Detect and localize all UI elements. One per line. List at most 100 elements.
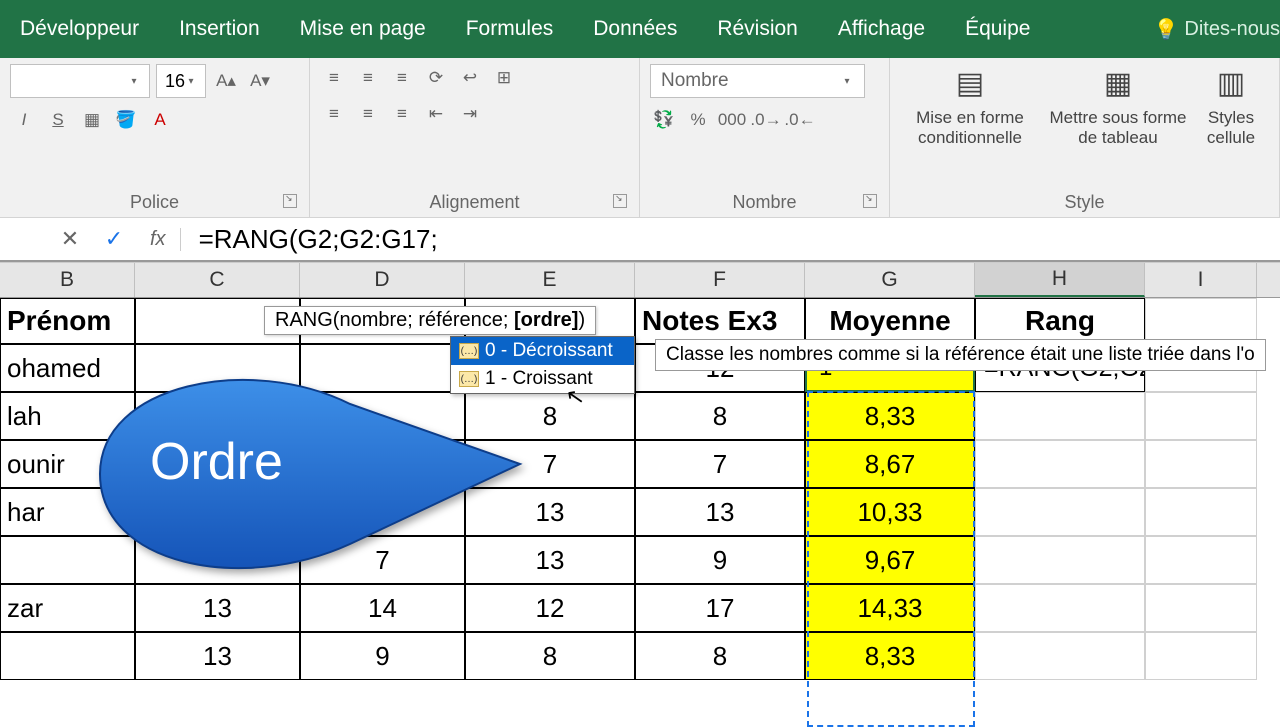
- header-rang[interactable]: Rang: [975, 298, 1145, 344]
- font-size-value: 16: [165, 71, 185, 92]
- header-i[interactable]: [1145, 298, 1257, 344]
- cell-row8-G[interactable]: 8,33: [805, 632, 975, 680]
- cell-row3-F[interactable]: 8: [635, 392, 805, 440]
- italic-button[interactable]: I: [10, 106, 38, 134]
- align-right-icon[interactable]: ≡: [388, 100, 416, 128]
- group-alignement: ≡ ≡ ≡ ⟳ ↩ ⊞ ≡ ≡ ≡ ⇤ ⇥ Alignement: [310, 58, 640, 217]
- tab-developpeur[interactable]: Développeur: [20, 17, 139, 41]
- align-middle-icon[interactable]: ≡: [354, 64, 382, 92]
- increase-indent-icon[interactable]: ⇥: [456, 100, 484, 128]
- underline-button[interactable]: S: [44, 106, 72, 134]
- tab-revision[interactable]: Révision: [717, 17, 798, 41]
- increase-decimal-icon[interactable]: .0→: [752, 106, 780, 134]
- formula-bar: ✕ ✓ fx =RANG(G2;G2:G17;: [0, 218, 1280, 262]
- cell-row3-H[interactable]: [975, 392, 1145, 440]
- cell-row5-I[interactable]: [1145, 488, 1257, 536]
- borders-button[interactable]: ▦: [78, 106, 106, 134]
- thousands-icon[interactable]: 000: [718, 106, 746, 134]
- group-police: ▾ 16▾ A▴ A▾ I S ▦ 🪣 A Police: [0, 58, 310, 217]
- orientation-icon[interactable]: ⟳: [422, 64, 450, 92]
- tell-me-box[interactable]: 💡 Dites-nous: [1153, 17, 1280, 42]
- cell-row5-H[interactable]: [975, 488, 1145, 536]
- tab-insertion[interactable]: Insertion: [179, 17, 260, 41]
- align-bottom-icon[interactable]: ≡: [388, 64, 416, 92]
- number-format-value: Nombre: [661, 70, 729, 92]
- cancel-formula-button[interactable]: ✕: [48, 226, 92, 252]
- header-moyenne[interactable]: Moyenne: [805, 298, 975, 344]
- col-header-C[interactable]: C: [135, 263, 300, 297]
- cell-row5-F[interactable]: 13: [635, 488, 805, 536]
- table-format-icon: ▦: [1098, 64, 1138, 104]
- cell-row8-E[interactable]: 8: [465, 632, 635, 680]
- col-header-E[interactable]: E: [465, 263, 635, 297]
- dialog-launcher-icon[interactable]: [283, 194, 297, 208]
- cell-row4-I[interactable]: [1145, 440, 1257, 488]
- header-prenom[interactable]: Prénom: [0, 298, 135, 344]
- merge-cells-icon[interactable]: ⊞: [490, 64, 518, 92]
- col-header-H[interactable]: H: [975, 263, 1145, 297]
- percent-icon[interactable]: %: [684, 106, 712, 134]
- dialog-launcher-icon[interactable]: [863, 194, 877, 208]
- cell-row4-H[interactable]: [975, 440, 1145, 488]
- font-size-combo[interactable]: 16▾: [156, 64, 206, 98]
- cell-row5-G[interactable]: 10,33: [805, 488, 975, 536]
- cell-row7-I[interactable]: [1145, 584, 1257, 632]
- decrease-indent-icon[interactable]: ⇤: [422, 100, 450, 128]
- conditional-formatting-button[interactable]: ▤ Mise en forme conditionnelle: [900, 64, 1040, 149]
- cell-row7-H[interactable]: [975, 584, 1145, 632]
- cell-row8-D[interactable]: 9: [300, 632, 465, 680]
- cell-row6-F[interactable]: 9: [635, 536, 805, 584]
- header-notes-ex3[interactable]: Notes Ex3: [635, 298, 805, 344]
- cell-row8-I[interactable]: [1145, 632, 1257, 680]
- wrap-text-icon[interactable]: ↩: [456, 64, 484, 92]
- number-format-combo[interactable]: Nombre ▾: [650, 64, 865, 98]
- tab-equipe[interactable]: Équipe: [965, 17, 1030, 41]
- col-header-I[interactable]: I: [1145, 263, 1257, 297]
- font-name-combo[interactable]: ▾: [10, 64, 150, 98]
- col-header-G[interactable]: G: [805, 263, 975, 297]
- cell-row8-H[interactable]: [975, 632, 1145, 680]
- col-header-B[interactable]: B: [0, 263, 135, 297]
- fill-color-button[interactable]: 🪣: [112, 106, 140, 134]
- tab-donnees[interactable]: Données: [593, 17, 677, 41]
- accept-formula-button[interactable]: ✓: [92, 226, 136, 252]
- cell-row7-G[interactable]: 14,33: [805, 584, 975, 632]
- cell-row6-I[interactable]: [1145, 536, 1257, 584]
- fx-icon[interactable]: fx: [136, 228, 181, 251]
- cell-row4-G[interactable]: 8,67: [805, 440, 975, 488]
- decrease-decimal-icon[interactable]: .0←: [786, 106, 814, 134]
- cell-styles-button[interactable]: ▥ Styles cellule: [1196, 64, 1266, 149]
- cell-row8-F[interactable]: 8: [635, 632, 805, 680]
- decrease-font-icon[interactable]: A▾: [246, 67, 274, 95]
- cell-row3-G[interactable]: 8,33: [805, 392, 975, 440]
- group-label-style: Style: [900, 186, 1269, 213]
- column-headers: B C D E F G H I: [0, 262, 1280, 298]
- cell-row4-F[interactable]: 7: [635, 440, 805, 488]
- cell-row7-F[interactable]: 17: [635, 584, 805, 632]
- sig-prefix: RANG(nombre; référence;: [275, 309, 514, 331]
- tab-mise-en-page[interactable]: Mise en page: [300, 17, 426, 41]
- worksheet[interactable]: Prénom Notes Ex1 Notes Ex3 Moyenne Rang …: [0, 298, 1280, 680]
- cell-row6-G[interactable]: 9,67: [805, 536, 975, 584]
- cell-row3-I[interactable]: [1145, 392, 1257, 440]
- col-header-F[interactable]: F: [635, 263, 805, 297]
- format-as-table-button[interactable]: ▦ Mettre sous forme de tableau: [1048, 64, 1188, 149]
- function-signature-tooltip: RANG(nombre; référence; [ordre]): [264, 306, 596, 335]
- currency-icon[interactable]: 💱: [650, 106, 678, 134]
- align-center-icon[interactable]: ≡: [354, 100, 382, 128]
- sig-current-arg: [ordre]: [514, 309, 578, 331]
- align-left-icon[interactable]: ≡: [320, 100, 348, 128]
- tab-formules[interactable]: Formules: [466, 17, 554, 41]
- col-header-D[interactable]: D: [300, 263, 465, 297]
- formula-input[interactable]: =RANG(G2;G2:G17;: [181, 224, 1280, 255]
- align-top-icon[interactable]: ≡: [320, 64, 348, 92]
- tab-affichage[interactable]: Affichage: [838, 17, 925, 41]
- lightbulb-icon: 💡: [1153, 17, 1178, 42]
- font-color-button[interactable]: A: [146, 106, 174, 134]
- cell-row8-B[interactable]: [0, 632, 135, 680]
- increase-font-icon[interactable]: A▴: [212, 67, 240, 95]
- ribbon-body: ▾ 16▾ A▴ A▾ I S ▦ 🪣 A Police ≡ ≡ ≡ ⟳ ↩: [0, 58, 1280, 218]
- dialog-launcher-icon[interactable]: [613, 194, 627, 208]
- cell-row6-H[interactable]: [975, 536, 1145, 584]
- cell-row8-C[interactable]: 13: [135, 632, 300, 680]
